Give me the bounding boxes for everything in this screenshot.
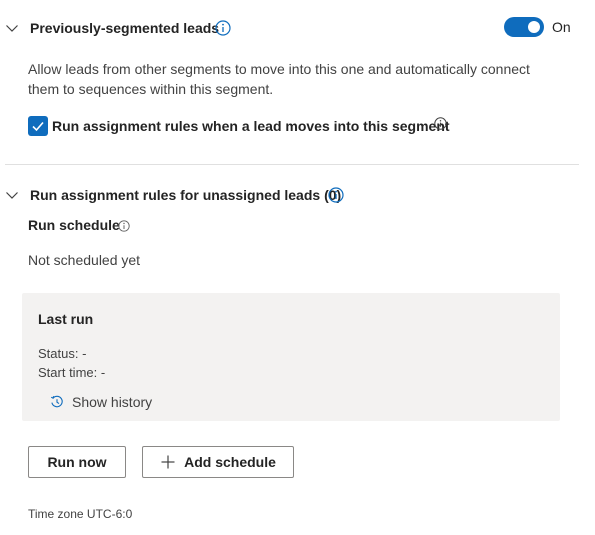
run-now-button[interactable]: Run now xyxy=(28,446,126,478)
info-outline-icon xyxy=(118,220,130,232)
assignment-rules-checkbox-label[interactable]: Run assignment rules when a lead moves i… xyxy=(52,118,450,134)
section-divider xyxy=(5,164,579,165)
timezone-label: Time zone UTC-6:0 xyxy=(28,507,133,521)
last-run-status: Status: - xyxy=(38,346,87,361)
chevron-down-icon xyxy=(6,192,18,199)
checkmark-icon xyxy=(32,121,44,132)
schedule-status: Not scheduled yet xyxy=(28,252,141,268)
unassigned-info-icon[interactable] xyxy=(328,187,344,208)
toggle-state-label: On xyxy=(552,19,571,35)
info-circle-icon xyxy=(215,20,231,36)
toggle-knob xyxy=(528,21,540,33)
add-schedule-button[interactable]: Add schedule xyxy=(142,446,294,478)
collapse-chevron-unassigned[interactable] xyxy=(5,188,19,207)
segmented-leads-toggle[interactable] xyxy=(504,17,544,37)
last-run-start-time: Start time: - xyxy=(38,365,106,380)
info-circle-icon xyxy=(328,187,344,203)
history-icon xyxy=(50,395,63,408)
assignment-rules-checkbox[interactable] xyxy=(28,116,48,136)
add-icon xyxy=(161,455,175,469)
add-schedule-label: Add schedule xyxy=(184,454,276,470)
run-schedule-info-icon[interactable] xyxy=(118,219,130,237)
last-run-panel: Last run Status: - Start time: - Show hi… xyxy=(22,293,560,421)
collapse-chevron-segmented[interactable] xyxy=(5,21,19,40)
info-outline-icon xyxy=(434,117,447,130)
info-icon[interactable] xyxy=(215,20,231,41)
checkbox-info-icon[interactable] xyxy=(434,117,447,135)
section-title-unassigned: Run assignment rules for unassigned lead… xyxy=(30,187,342,203)
show-history-button[interactable]: Show history xyxy=(50,394,152,410)
section-title-segmented: Previously-segmented leads xyxy=(30,20,220,36)
run-now-label: Run now xyxy=(47,454,107,470)
run-schedule-label: Run schedule xyxy=(28,217,120,233)
show-history-label[interactable]: Show history xyxy=(72,394,152,410)
segmented-description: Allow leads from other segments to move … xyxy=(28,61,530,97)
chevron-down-icon xyxy=(6,25,18,32)
last-run-title: Last run xyxy=(38,311,94,327)
